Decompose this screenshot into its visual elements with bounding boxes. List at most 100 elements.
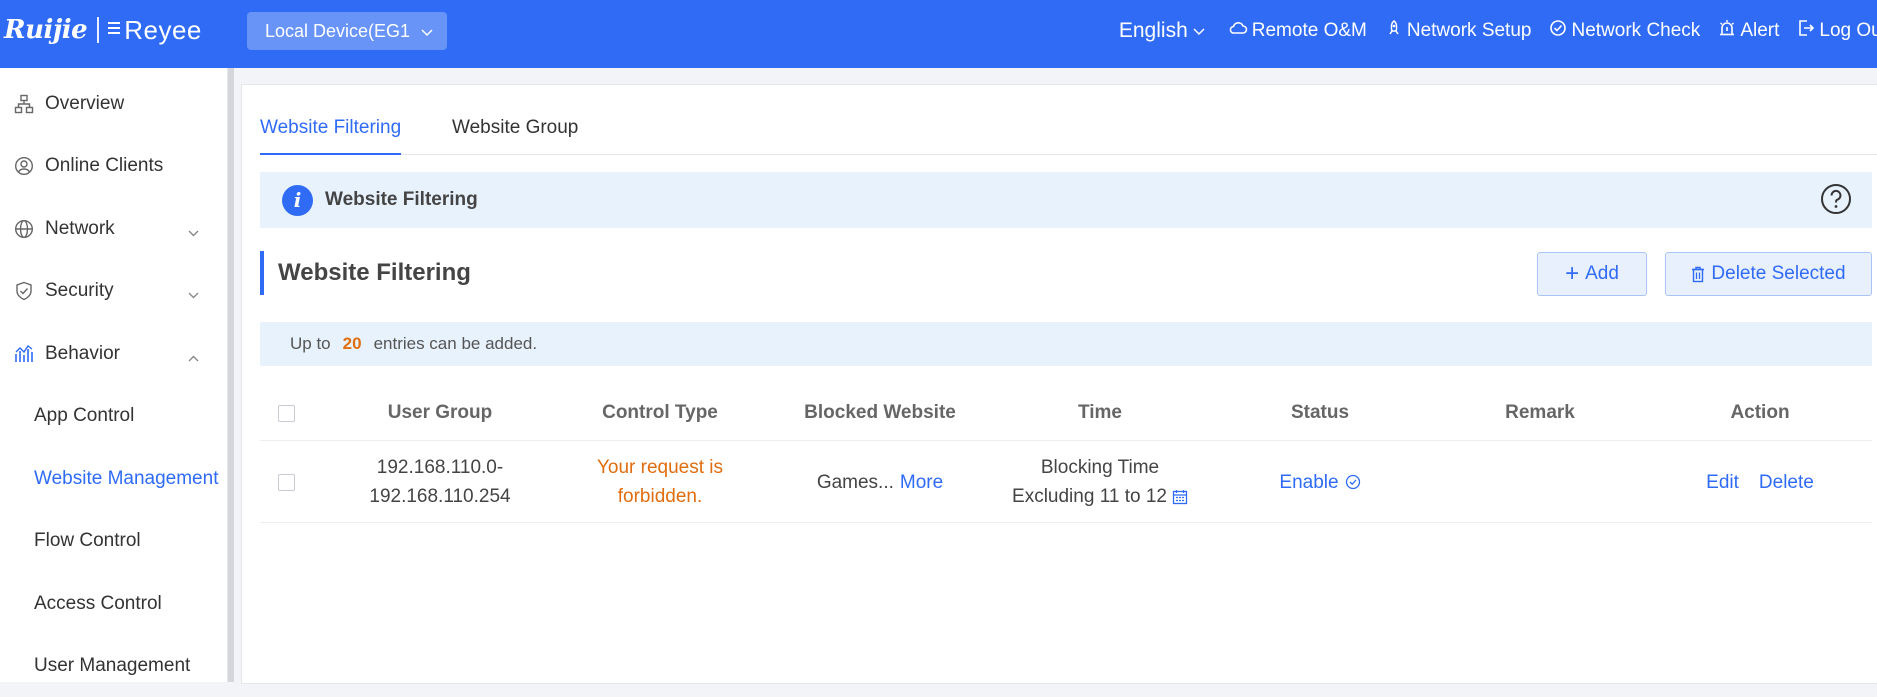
add-button-label: Add — [1585, 263, 1619, 284]
globe-icon — [13, 218, 35, 240]
status-check-icon — [1345, 474, 1361, 490]
chevron-down-icon — [1192, 20, 1210, 42]
help-icon[interactable] — [1820, 183, 1852, 220]
sidebar-item-label: Overview — [45, 93, 125, 114]
column-header-blocked-website[interactable]: Blocked Website — [770, 385, 990, 441]
limit-count: 20 — [342, 334, 362, 353]
sidebar-item-security[interactable]: Security — [0, 260, 228, 322]
network-check-link[interactable]: Network Check — [1549, 19, 1700, 43]
user-group-end: 192.168.110.254 — [369, 486, 511, 507]
info-icon: i — [282, 184, 313, 216]
column-header-user-group[interactable]: User Group — [330, 385, 550, 441]
remote-om-label: Remote O&M — [1251, 20, 1367, 41]
language-label: English — [1118, 19, 1188, 42]
device-select[interactable]: Local Device(EG1 — [247, 12, 447, 50]
time-line2-wrap: Excluding 11 to 12 — [1012, 482, 1188, 511]
logout-label: Log Out — [1819, 20, 1877, 41]
sidebar-scrollbar[interactable] — [228, 68, 234, 682]
reyee-mark-icon — [107, 20, 121, 41]
sidebar-item-overview[interactable]: Overview — [0, 73, 228, 135]
chart-icon — [13, 343, 35, 365]
sidebar-item-label: Security — [45, 280, 114, 301]
cell-action: Edit Delete — [1650, 441, 1870, 523]
status-value: Enable — [1279, 471, 1339, 493]
sidebar-item-label: Network — [45, 218, 115, 239]
section-title: Website Filtering — [260, 251, 471, 295]
chevron-down-icon — [420, 21, 434, 42]
sidebar-item-label: Online Clients — [45, 155, 164, 176]
main-panel: Website Filtering Website Group i Websit… — [241, 84, 1877, 684]
check-circle-icon — [1549, 19, 1571, 43]
limit-suffix: entries can be added. — [373, 334, 538, 353]
delete-link[interactable]: Delete — [1759, 468, 1814, 497]
delete-selected-button[interactable]: Delete Selected — [1665, 252, 1872, 296]
network-check-label: Network Check — [1571, 20, 1701, 41]
trash-icon — [1691, 266, 1705, 283]
sidebar-item-user-management[interactable]: User Management — [34, 635, 190, 697]
cell-blocked-website: Games... More — [770, 441, 990, 523]
top-bar: Ruijie Reyee Local Device(EG1 English Re… — [0, 0, 1877, 68]
sidebar-item-website-management[interactable]: Website Management — [34, 448, 218, 510]
network-setup-link[interactable]: Network Setup — [1385, 19, 1532, 43]
alert-icon — [1718, 19, 1740, 43]
sidebar-item-flow-control[interactable]: Flow Control — [34, 510, 141, 572]
cell-status[interactable]: Enable — [1210, 441, 1430, 523]
row-checkbox[interactable] — [278, 474, 295, 491]
top-nav: English Remote O&M Network Setup Network… — [1101, 0, 1877, 62]
info-banner: i Website Filtering — [260, 172, 1872, 228]
language-select[interactable]: English — [1119, 19, 1210, 43]
topology-icon — [13, 93, 35, 115]
tab-website-filtering[interactable]: Website Filtering — [260, 117, 402, 155]
cell-remark — [1430, 441, 1650, 523]
column-header-remark[interactable]: Remark — [1430, 385, 1650, 441]
tab-website-group[interactable]: Website Group — [452, 117, 578, 155]
cell-time: Blocking Time Excluding 11 to 12 — [990, 441, 1210, 523]
add-button[interactable]: + Add — [1537, 252, 1647, 296]
time-line1: Blocking Time — [1040, 457, 1160, 478]
info-banner-title: Website Filtering — [325, 189, 478, 210]
device-select-value: Local Device(EG1 — [265, 20, 411, 41]
sidebar-item-app-control[interactable]: App Control — [34, 385, 134, 447]
brand-logo[interactable]: Ruijie Reyee — [4, 12, 202, 48]
tab-bar: Website Filtering Website Group — [260, 117, 1877, 155]
column-header-control-type[interactable]: Control Type — [550, 385, 770, 441]
cell-user-group: 192.168.110.0- 192.168.110.254 — [330, 441, 550, 523]
cloud-icon — [1228, 20, 1252, 42]
edit-link[interactable]: Edit — [1706, 468, 1739, 497]
calendar-icon[interactable] — [1172, 489, 1188, 505]
cell-control-type: Your request is forbidden. — [550, 441, 770, 523]
blocked-website-value: Games... — [816, 471, 894, 493]
logout-icon — [1797, 19, 1819, 43]
select-all-checkbox[interactable] — [278, 405, 295, 422]
shield-icon — [13, 280, 35, 302]
control-type-line1: Your request is — [596, 457, 724, 478]
chevron-up-icon — [187, 347, 200, 369]
entry-limit-notice: Up to 20 entries can be added. — [260, 322, 1872, 366]
sidebar-item-online-clients[interactable]: Online Clients — [0, 135, 228, 197]
plus-icon: + — [1565, 260, 1580, 287]
chevron-down-icon — [187, 222, 200, 244]
remote-om-link[interactable]: Remote O&M — [1228, 20, 1367, 42]
sidebar-item-label: Behavior — [45, 343, 120, 364]
column-header-action[interactable]: Action — [1650, 385, 1870, 441]
sidebar-item-behavior[interactable]: Behavior — [0, 323, 228, 385]
limit-prefix: Up to — [290, 334, 331, 353]
table-header: User Group Control Type Blocked Website … — [260, 385, 1872, 441]
blocked-website-more-link[interactable]: More — [900, 468, 943, 497]
ruijie-logo-text: Ruijie — [4, 15, 88, 45]
delete-selected-label: Delete Selected — [1711, 263, 1846, 284]
sidebar: Overview Online Clients Network Security… — [0, 68, 228, 682]
logout-link[interactable]: Log Out — [1797, 19, 1877, 43]
alert-label: Alert — [1740, 20, 1780, 41]
table-row: 192.168.110.0- 192.168.110.254 Your requ… — [260, 441, 1872, 523]
user-circle-icon — [13, 155, 35, 177]
column-header-time[interactable]: Time — [990, 385, 1210, 441]
reyee-logo-text: Reyee — [124, 14, 202, 45]
chevron-down-icon — [187, 284, 200, 306]
sidebar-item-network[interactable]: Network — [0, 198, 228, 260]
column-header-status[interactable]: Status — [1210, 385, 1430, 441]
sidebar-item-access-control[interactable]: Access Control — [34, 573, 162, 635]
alert-link[interactable]: Alert — [1718, 19, 1779, 43]
time-line2: Excluding 11 to 12 — [1012, 486, 1167, 507]
network-setup-label: Network Setup — [1406, 20, 1532, 41]
